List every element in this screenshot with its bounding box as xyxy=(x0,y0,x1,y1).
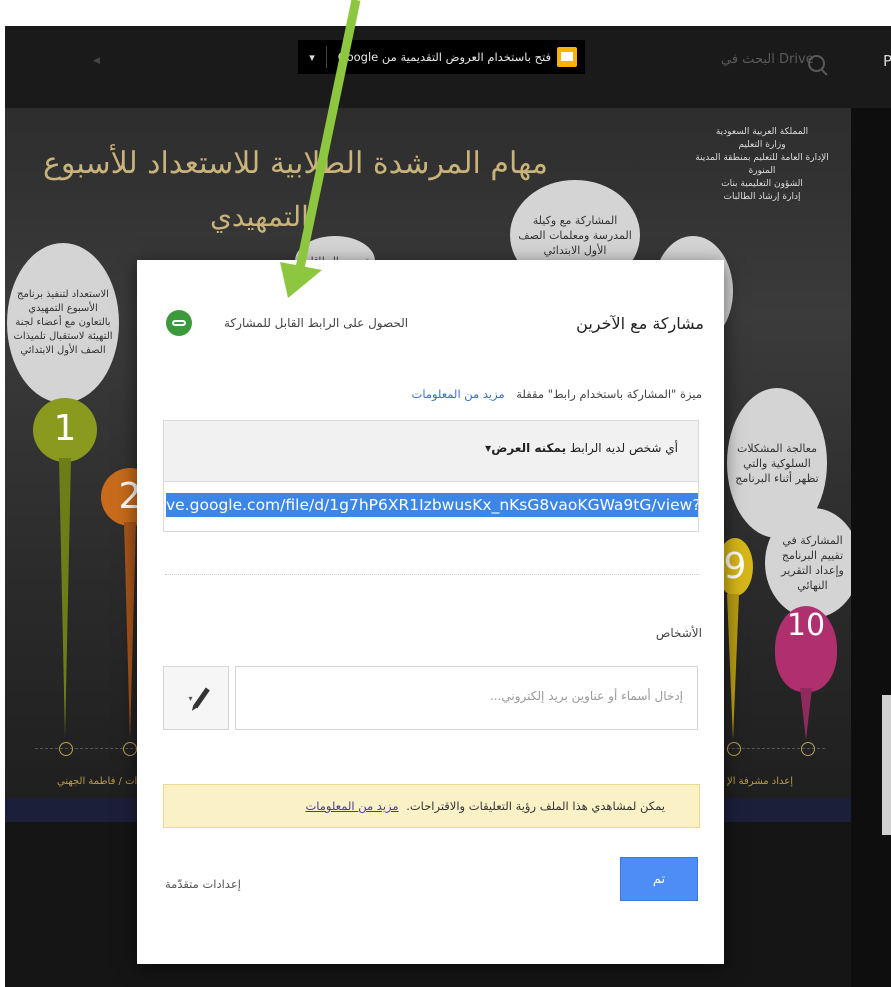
permission-dropdown-button[interactable]: ▾ xyxy=(163,666,229,730)
header-line: المملكة العربية السعودية xyxy=(715,127,809,137)
access-header: أي شخص لديه الرابط يمكنه العرض▾ xyxy=(164,421,698,482)
get-shareable-link-button[interactable]: الحصول على الرابط القابل للمشاركة xyxy=(166,310,408,336)
get-link-label[interactable]: الحصول على الرابط القابل للمشاركة xyxy=(224,316,408,330)
people-placeholder: إدخال أسماء أو عناوين بريد إلكتروني... xyxy=(489,689,683,703)
preview-topbar: ◀ ▾ فتح باستخدام العروض التقديمية من Goo… xyxy=(5,26,891,108)
access-level[interactable]: يمكنه العرض xyxy=(491,441,566,455)
dialog-title: مشاركة مع الآخرين xyxy=(576,314,704,333)
header-line: إدارة إرشاد الطالبات xyxy=(723,192,801,202)
timeline-dot xyxy=(123,742,137,756)
topbar-letter: P xyxy=(883,52,891,70)
share-url-text[interactable]: ve.google.com/file/d/1g7hP6XR1IzbwusKx_n… xyxy=(166,493,698,517)
slide-title: مهام المرشدة الطلابية للاستعداد للأسبوع xyxy=(43,146,548,181)
access-level-dropdown[interactable]: أي شخص لديه الرابط يمكنه العرض▾ xyxy=(485,441,678,455)
comments-info-box: يمكن لمشاهدي هذا الملف رؤية التعليقات وا… xyxy=(163,784,700,828)
slide-header-text: المملكة العربية السعودية وزارة التعليم ا… xyxy=(687,126,837,204)
notice-text: ميزة "المشاركة باستخدام رابط" مقفلة xyxy=(516,387,702,401)
people-input[interactable]: إدخال أسماء أو عناوين بريد إلكتروني... xyxy=(235,666,698,730)
pencil-icon[interactable] xyxy=(192,687,210,709)
pin-tail xyxy=(59,458,71,738)
open-with-button[interactable]: ▾ فتح باستخدام العروض التقديمية من Googl… xyxy=(298,40,585,74)
learn-more-link[interactable]: مزيد من المعلومات xyxy=(412,387,505,401)
pin-tail xyxy=(727,594,739,740)
timeline-dot xyxy=(801,742,815,756)
open-with-label: فتح باستخدام العروض التقديمية من Google xyxy=(337,50,551,64)
step-pin: 1 xyxy=(33,398,97,462)
back-arrow-icon[interactable]: ◀ xyxy=(93,56,100,66)
info-learn-more-link[interactable]: مزيد من المعلومات xyxy=(305,799,398,813)
pin-tail xyxy=(124,522,136,740)
done-button[interactable]: تم xyxy=(620,857,698,901)
header-line: الشؤون التعليمية بنات xyxy=(721,179,803,189)
task-bubble: المشاركة في تقييم البرنامج وإعداد التقري… xyxy=(765,508,860,618)
link-sharing-notice: ميزة "المشاركة باستخدام رابط" مقفلة مزيد… xyxy=(412,387,703,401)
access-prefix: أي شخص لديه الرابط xyxy=(569,441,678,455)
people-label: الأشخاص xyxy=(655,626,702,640)
drive-search-input[interactable]: البحث في Drive xyxy=(721,52,814,67)
search-icon[interactable] xyxy=(808,55,825,72)
slide-credit: إعداد مشرفة الإ xyxy=(727,776,794,787)
timeline-dot xyxy=(59,742,73,756)
chevron-down-icon[interactable]: ▾ xyxy=(188,694,192,703)
slide-title-line2: التمهيدي xyxy=(210,200,309,233)
chevron-down-icon[interactable]: ▾ xyxy=(298,51,326,64)
pin-tail xyxy=(800,688,812,740)
section-divider xyxy=(165,574,699,575)
step-pin: 10 xyxy=(775,606,837,692)
share-url-field[interactable]: ve.google.com/file/d/1g7hP6XR1IzbwusKx_n… xyxy=(164,489,698,521)
info-text: يمكن لمشاهدي هذا الملف رؤية التعليقات وا… xyxy=(406,799,665,813)
timeline-dot xyxy=(727,742,741,756)
header-line: وزارة التعليم xyxy=(738,140,786,150)
link-icon[interactable] xyxy=(166,310,192,336)
info-message: يمكن لمشاهدي هذا الملف رؤية التعليقات وا… xyxy=(305,799,665,813)
task-bubble: الاستعداد لتنفيذ برنامج الأسبوع التمهيدي… xyxy=(7,243,119,403)
header-line: الإدارة العامة للتعليم بمنطقة المدينة ال… xyxy=(695,153,829,176)
slide-credit: ات / فاطمة الجهني xyxy=(57,776,138,787)
link-access-box: أي شخص لديه الرابط يمكنه العرض▾ ve.googl… xyxy=(163,420,699,532)
right-side-panel xyxy=(851,108,891,987)
advanced-settings-link[interactable]: إعدادات متقدّمة xyxy=(165,877,241,891)
side-scroll-element[interactable] xyxy=(882,695,891,835)
share-dialog: مشاركة مع الآخرين الحصول على الرابط القا… xyxy=(137,260,724,964)
slides-app-icon xyxy=(557,47,577,67)
